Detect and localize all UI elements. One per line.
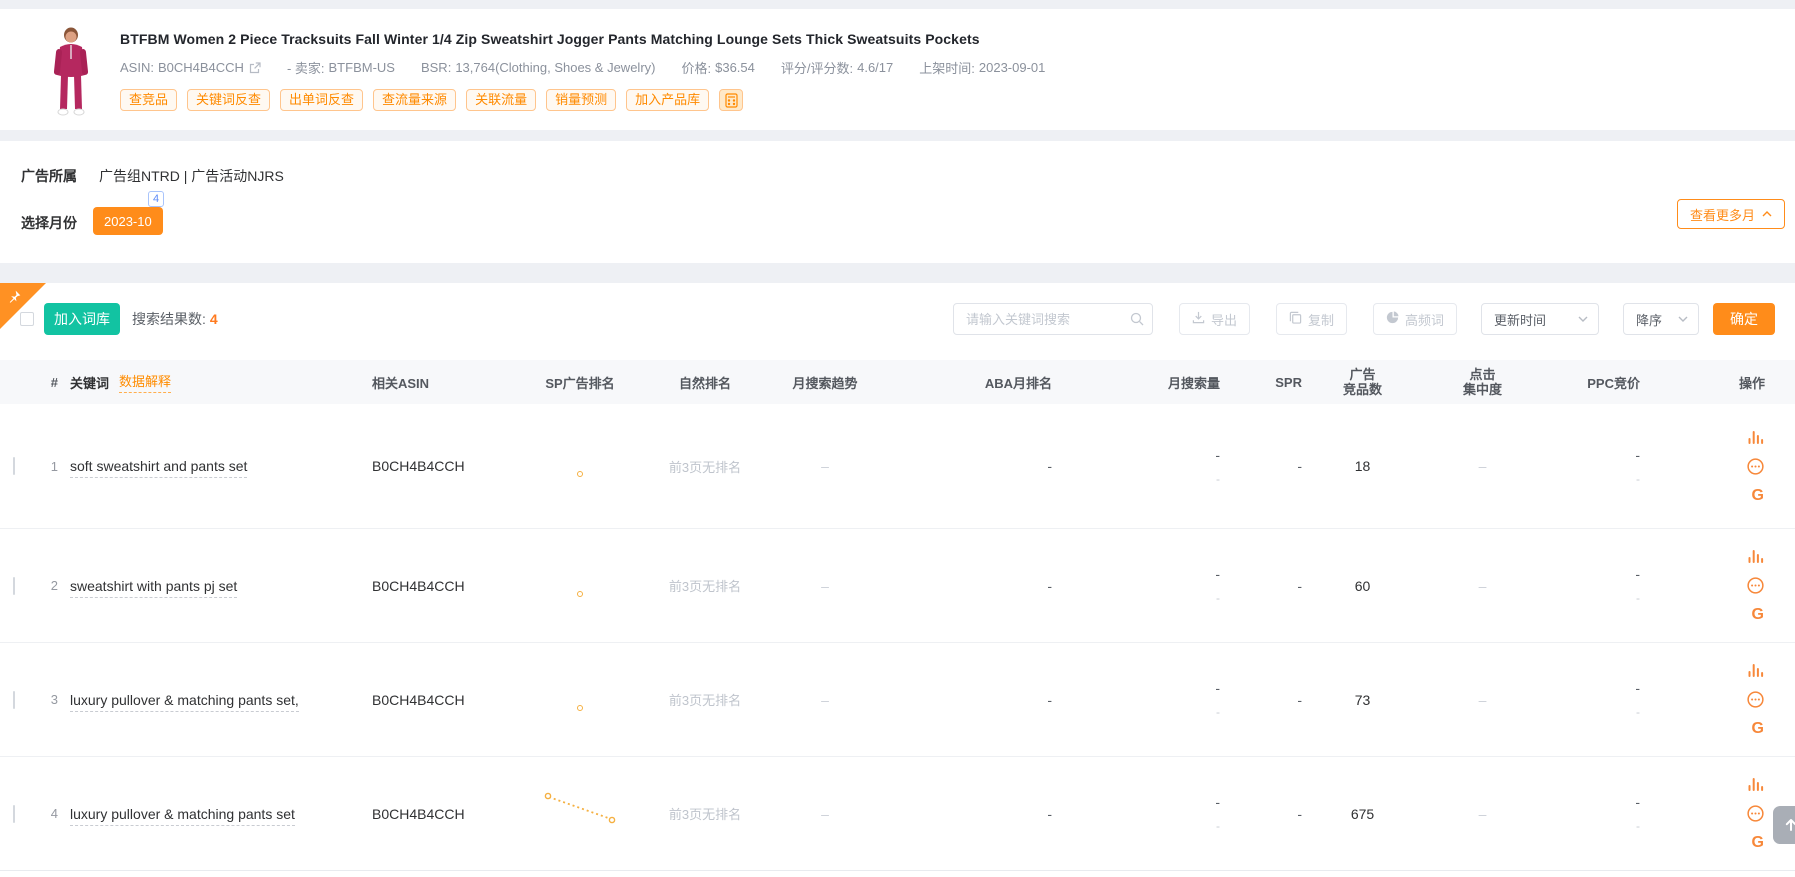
tag-order-word-reverse[interactable]: 出单词反查 [280, 89, 363, 111]
table-header-row: # 关键词 数据解释 相关ASIN SP广告排名 自然排名 月搜索趋势 ABA月… [0, 360, 1795, 404]
product-seller: - 卖家: BTFBM-US [287, 58, 395, 77]
col-ppc: PPC竞价 [1550, 373, 1648, 392]
copy-button[interactable]: 复制 [1276, 303, 1347, 335]
sort-field-dropdown[interactable]: 更新时间 [1481, 303, 1599, 335]
page: BTFBM Women 2 Piece Tracksuits Fall Wint… [0, 0, 1795, 877]
month-chip-2023-10[interactable]: 2023-10 [93, 207, 163, 235]
confirm-button[interactable]: 确定 [1713, 303, 1775, 335]
table-row: 1 soft sweatshirt and pants set B0CH4B4C… [0, 404, 1795, 529]
more-actions-icon[interactable] [1747, 458, 1764, 475]
row-checkbox[interactable] [13, 691, 15, 709]
google-icon[interactable]: G [1752, 722, 1764, 736]
product-image-graphic [40, 27, 102, 117]
month-select-label: 选择月份 [21, 213, 77, 233]
keyword-link[interactable]: luxury pullover & matching pants set [70, 806, 295, 826]
data-explain-link[interactable]: 数据解释 [119, 371, 171, 393]
col-sp-rank: SP广告排名 [505, 373, 655, 392]
scroll-top-button[interactable] [1773, 806, 1795, 844]
table-row: 4 luxury pullover & matching pants set B… [0, 757, 1795, 871]
col-spr: SPR [1228, 375, 1310, 390]
table-row: 2 sweatshirt with pants pj set B0CH4B4CC… [0, 529, 1795, 643]
col-ad-competitors: 广告 竞品数 [1310, 367, 1415, 397]
col-trend: 月搜索趋势 [755, 373, 895, 392]
table-toolbar: 加入词库 搜索结果数:4 [0, 303, 1795, 335]
table-row: 3 luxury pullover & matching pants set, … [0, 643, 1795, 757]
high-frequency-words-button[interactable]: 高频词 [1373, 303, 1457, 335]
col-num: # [36, 375, 58, 390]
bar-chart-icon[interactable] [1748, 663, 1764, 677]
google-icon[interactable]: G [1752, 836, 1764, 850]
bar-chart-icon[interactable] [1748, 549, 1764, 563]
product-bsr: BSR: 13,764(Clothing, Shoes & Jewelry) [421, 60, 656, 75]
product-title: BTFBM Women 2 Piece Tracksuits Fall Wint… [120, 31, 1765, 47]
row-checkbox[interactable] [13, 457, 15, 475]
select-all-checkbox[interactable] [20, 312, 34, 326]
search-icon [1130, 312, 1144, 331]
product-price: 价格: $36.54 [681, 58, 754, 77]
add-to-lexicon-button[interactable]: 加入词库 [44, 303, 120, 335]
tag-add-to-product-library[interactable]: 加入产品库 [626, 89, 709, 111]
tag-related-traffic[interactable]: 关联流量 [466, 89, 536, 111]
result-count: 搜索结果数:4 [132, 309, 218, 329]
keyword-table-card: 加入词库 搜索结果数:4 [0, 283, 1795, 877]
col-click-concentration: 点击 集中度 [1415, 367, 1550, 397]
pie-chart-icon [1386, 311, 1399, 327]
tag-traffic-source[interactable]: 查流量来源 [373, 89, 456, 111]
calculator-icon[interactable] [719, 89, 743, 111]
sp-rank-sparkline [505, 471, 655, 477]
col-asin: 相关ASIN [360, 373, 505, 392]
more-actions-icon[interactable] [1747, 691, 1764, 708]
chevron-down-icon [1678, 316, 1688, 322]
product-launch-date: 上架时间: 2023-09-01 [919, 58, 1045, 77]
bar-chart-icon[interactable] [1748, 777, 1764, 791]
external-link-icon[interactable] [249, 62, 261, 74]
product-image[interactable] [40, 27, 102, 117]
download-icon [1192, 311, 1205, 327]
product-meta-row: ASIN: B0CH4B4CCH - 卖家: BTFBM-US BSR: 13,… [120, 58, 1765, 77]
chevron-down-icon [1578, 316, 1588, 322]
col-keyword: 关键词 [70, 373, 109, 392]
col-volume: 月搜索量 [1060, 373, 1228, 392]
product-rating: 评分/评分数: 4.6/17 [781, 58, 893, 77]
keyword-link[interactable]: sweatshirt with pants pj set [70, 578, 237, 598]
google-icon[interactable]: G [1752, 489, 1764, 503]
col-action: 操作 [1648, 373, 1795, 392]
tag-sales-forecast[interactable]: 销量预测 [546, 89, 616, 111]
more-actions-icon[interactable] [1747, 577, 1764, 594]
copy-icon [1289, 311, 1302, 327]
row-checkbox[interactable] [13, 805, 15, 823]
export-button[interactable]: 导出 [1179, 303, 1250, 335]
col-natural-rank: 自然排名 [655, 373, 755, 392]
product-info: BTFBM Women 2 Piece Tracksuits Fall Wint… [120, 31, 1765, 111]
chevron-up-icon [1762, 211, 1772, 217]
keyword-search [953, 303, 1153, 335]
sort-order-dropdown[interactable]: 降序 [1623, 303, 1699, 335]
product-asin: ASIN: B0CH4B4CCH [120, 60, 261, 75]
product-header-card: BTFBM Women 2 Piece Tracksuits Fall Wint… [0, 9, 1795, 130]
arrow-up-icon [1784, 818, 1795, 832]
sp-rank-sparkline [505, 792, 655, 824]
sp-rank-sparkline [505, 705, 655, 711]
sp-rank-sparkline [505, 591, 655, 597]
row-checkbox[interactable] [13, 577, 15, 595]
tag-keyword-reverse[interactable]: 关键词反查 [187, 89, 270, 111]
ad-attribution-label: 广告所属 [21, 166, 77, 186]
google-icon[interactable]: G [1752, 608, 1764, 622]
more-actions-icon[interactable] [1747, 805, 1764, 822]
col-aba-rank: ABA月排名 [895, 373, 1060, 392]
keyword-link[interactable]: luxury pullover & matching pants set, [70, 692, 299, 712]
keyword-link[interactable]: soft sweatshirt and pants set [70, 458, 247, 478]
search-input[interactable] [953, 303, 1153, 335]
view-more-months-button[interactable]: 查看更多月 [1677, 199, 1785, 229]
bar-chart-icon[interactable] [1748, 430, 1764, 444]
month-count-badge: 4 [148, 191, 164, 207]
ad-attribution-value: 广告组NTRD | 广告活动NJRS [99, 166, 284, 186]
ad-attribution-card: 广告所属 广告组NTRD | 广告活动NJRS 选择月份 2023-10 4 查… [0, 141, 1795, 263]
product-action-tags: 查竞品 关键词反查 出单词反查 查流量来源 关联流量 销量预测 加入产品库 [120, 89, 1765, 111]
table-body: 1 soft sweatshirt and pants set B0CH4B4C… [0, 404, 1795, 871]
tag-check-competitor[interactable]: 查竞品 [120, 89, 177, 111]
